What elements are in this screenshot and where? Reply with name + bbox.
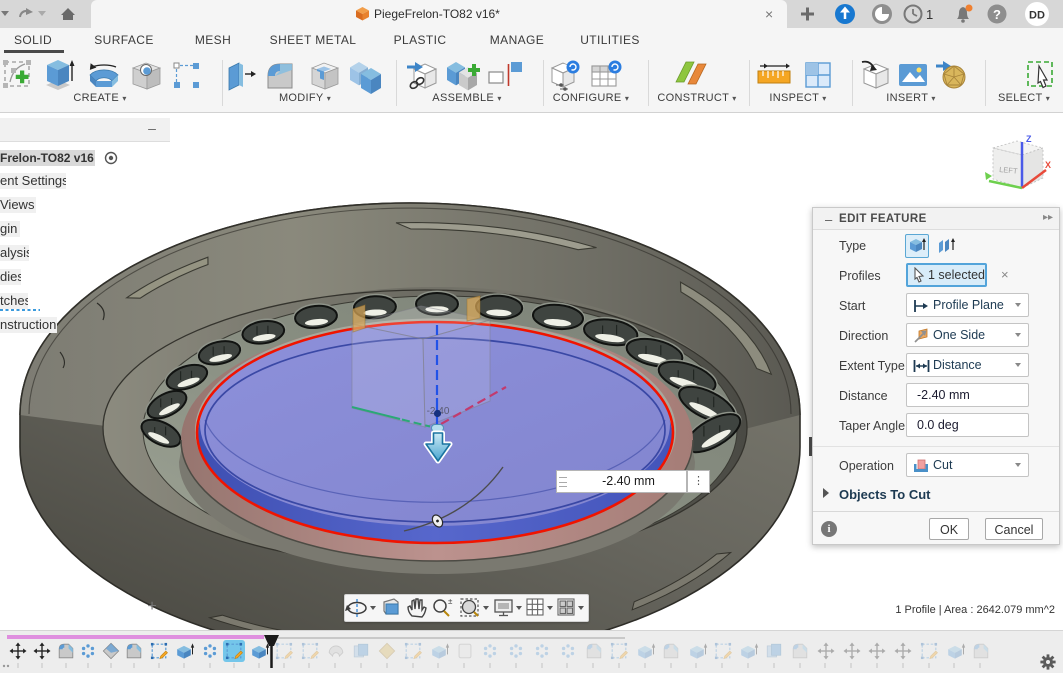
svg-text:±: ± [448,597,453,606]
svg-text:Z: Z [1026,134,1032,144]
svg-text:DD: DD [1029,10,1045,22]
svg-text:?: ? [993,7,1001,22]
svg-text:LEFT: LEFT [999,165,1018,176]
svg-text:1: 1 [926,7,933,22]
svg-text:X: X [1045,160,1051,170]
